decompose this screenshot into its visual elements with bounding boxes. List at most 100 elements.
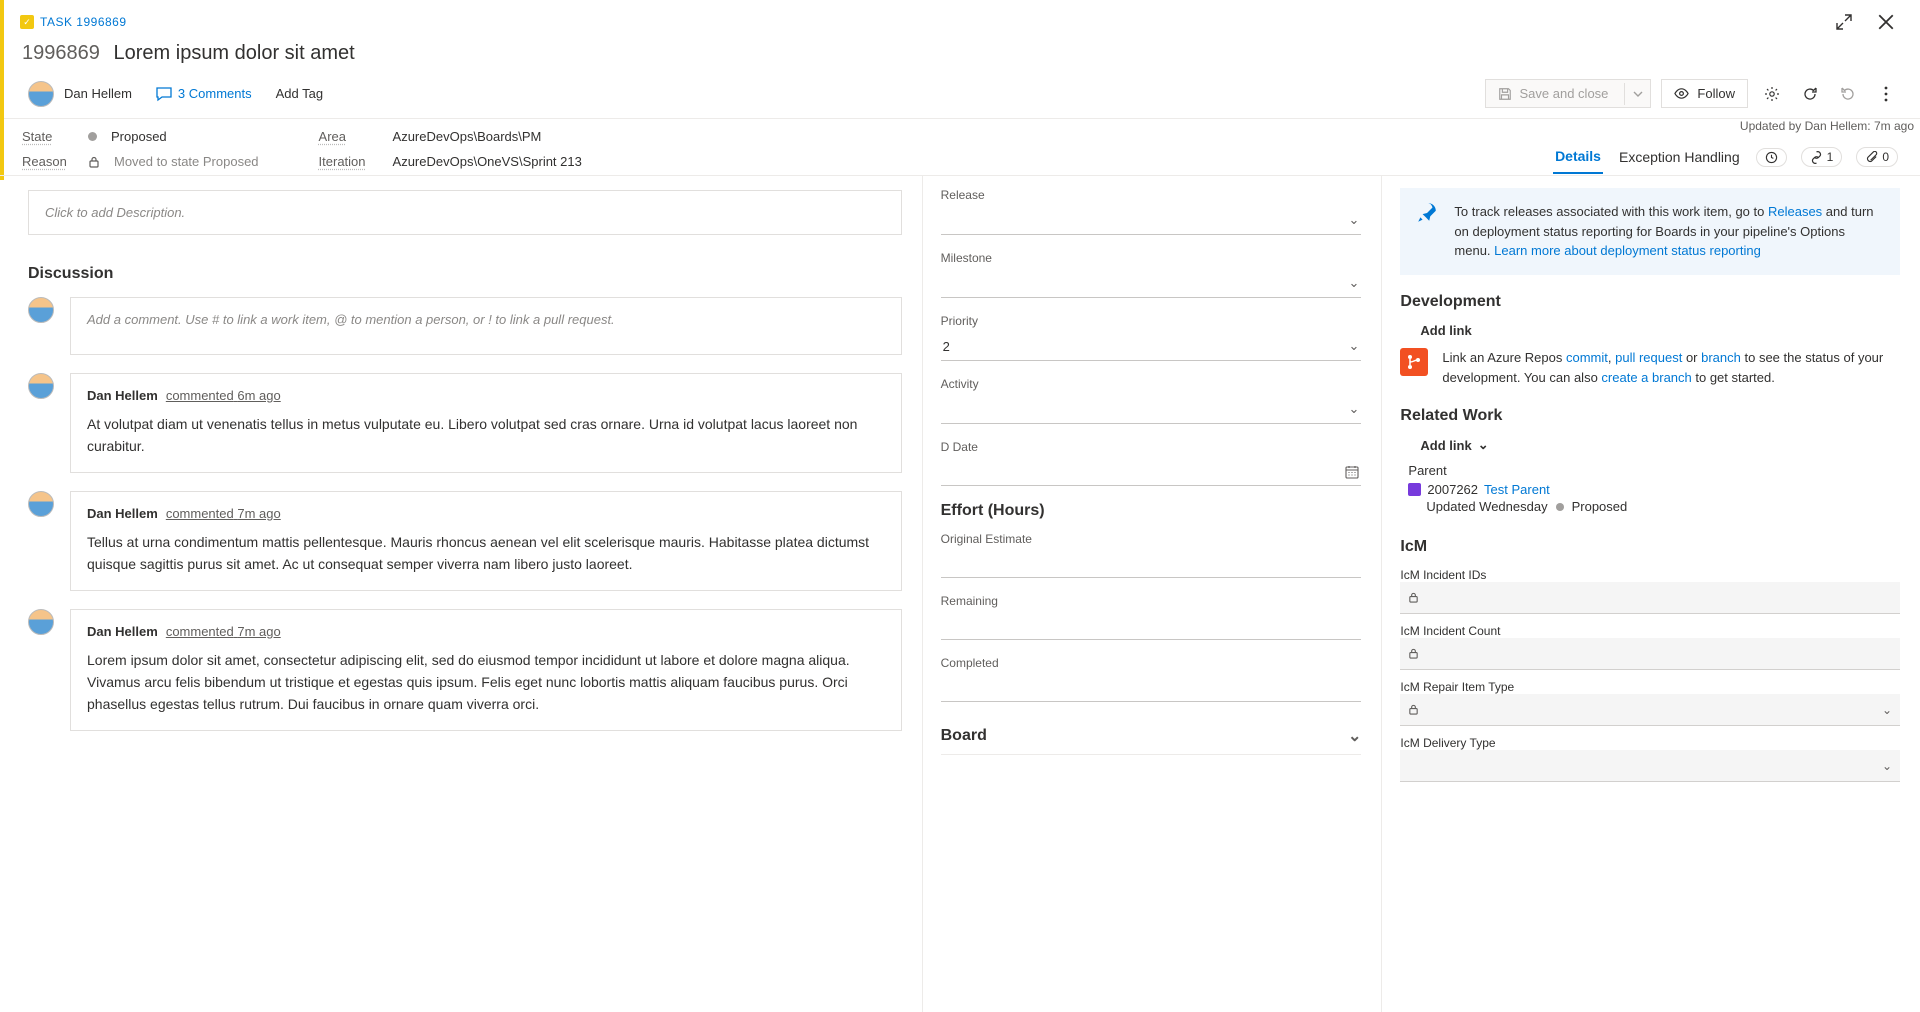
comment-author: Dan Hellem (87, 624, 158, 639)
assignee-name: Dan Hellem (64, 86, 132, 101)
ddate-label: D Date (941, 440, 1362, 454)
chevron-down-icon: ⌄ (1348, 726, 1361, 746)
reason-value: Moved to state Proposed (114, 154, 259, 169)
history-button[interactable] (1756, 148, 1787, 167)
avatar (28, 81, 54, 107)
attachments-button[interactable]: 0 (1856, 147, 1898, 167)
comment-author: Dan Hellem (87, 388, 158, 403)
effort-heading: Effort (Hours) (941, 502, 1362, 520)
parent-state: Proposed (1572, 499, 1628, 514)
comment-item: Dan Hellem commented 7m ago Lorem ipsum … (28, 609, 902, 731)
lock-icon (88, 156, 100, 168)
comment-item: Dan Hellem commented 6m ago At volutpat … (28, 373, 902, 473)
discussion-heading: Discussion (28, 265, 902, 283)
comment-timestamp[interactable]: commented 7m ago (166, 506, 281, 521)
tab-exception-handling[interactable]: Exception Handling (1617, 141, 1742, 173)
avatar (28, 609, 54, 635)
work-item-id: 1996869 (22, 42, 100, 64)
add-tag-button[interactable]: Add Tag (276, 86, 323, 101)
state-dot-icon (88, 132, 97, 141)
comment-input[interactable]: Add a comment. Use # to link a work item… (70, 297, 902, 355)
links-button[interactable]: 1 (1801, 147, 1843, 167)
parent-title-link[interactable]: Test Parent (1484, 482, 1550, 497)
task-type-icon: ✓ (20, 15, 34, 29)
reason-label: Reason (22, 154, 74, 169)
board-section-toggle[interactable]: Board ⌄ (941, 718, 1362, 755)
branch-link[interactable]: branch (1701, 350, 1741, 365)
icm-repair-type-label: IcM Repair Item Type (1400, 680, 1900, 694)
area-label: Area (319, 129, 379, 144)
lock-icon (1408, 704, 1419, 715)
activity-label: Activity (941, 377, 1362, 391)
iteration-value[interactable]: AzureDevOps\OneVS\Sprint 213 (393, 154, 582, 169)
undo-icon[interactable] (1834, 80, 1862, 108)
state-value[interactable]: Proposed (111, 129, 167, 144)
save-and-close-button[interactable]: Save and close (1485, 79, 1652, 108)
milestone-dropdown[interactable]: ⌄ (941, 269, 1362, 298)
parent-label: Parent (1408, 463, 1900, 478)
icm-incident-count-label: IcM Incident Count (1400, 624, 1900, 638)
tab-details[interactable]: Details (1553, 140, 1603, 174)
priority-dropdown[interactable]: 2⌄ (941, 332, 1362, 361)
chevron-down-icon: ⌄ (1478, 437, 1489, 453)
state-dot-icon (1556, 503, 1564, 511)
lock-icon (1408, 648, 1419, 659)
comment-author: Dan Hellem (87, 506, 158, 521)
learn-more-link[interactable]: Learn more about deployment status repor… (1494, 243, 1761, 258)
state-label: State (22, 129, 74, 144)
icm-repair-type-field[interactable]: ⌄ (1400, 694, 1900, 726)
avatar (28, 297, 54, 323)
comment-timestamp[interactable]: commented 7m ago (166, 624, 281, 639)
add-dev-link-button[interactable]: Add link (1420, 323, 1900, 338)
remaining-input[interactable] (941, 612, 1362, 640)
more-actions-icon[interactable] (1872, 80, 1900, 108)
comment-body: Lorem ipsum dolor sit amet, consectetur … (87, 649, 885, 716)
ddate-input[interactable] (941, 458, 1362, 486)
avatar (28, 373, 54, 399)
branch-icon (1400, 348, 1428, 376)
refresh-icon[interactable] (1796, 80, 1824, 108)
create-branch-link[interactable]: create a branch (1601, 370, 1691, 385)
release-label: Release (941, 188, 1362, 202)
lock-icon (1408, 592, 1419, 603)
calendar-icon[interactable] (1345, 465, 1359, 479)
icm-incident-ids-field (1400, 582, 1900, 614)
chevron-down-icon: ⌄ (1882, 703, 1892, 717)
avatar (28, 491, 54, 517)
add-related-link-button[interactable]: Add link ⌄ (1420, 437, 1900, 453)
epic-icon (1408, 483, 1421, 496)
task-breadcrumb[interactable]: TASK 1996869 (40, 15, 127, 29)
release-dropdown[interactable]: ⌄ (941, 206, 1362, 235)
comment-body: At volutpat diam ut venenatis tellus in … (87, 413, 885, 458)
pull-request-link[interactable]: pull request (1615, 350, 1682, 365)
close-icon[interactable] (1872, 8, 1900, 36)
area-value[interactable]: AzureDevOps\Boards\PM (393, 129, 542, 144)
icm-heading: IcM (1400, 538, 1900, 556)
work-item-title[interactable]: Lorem ipsum dolor sit amet (114, 42, 355, 64)
releases-link[interactable]: Releases (1768, 204, 1822, 219)
description-field[interactable]: Click to add Description. (28, 190, 902, 235)
expand-icon[interactable] (1830, 8, 1858, 36)
deployment-info-card: To track releases associated with this w… (1400, 188, 1900, 275)
chevron-down-icon: ⌄ (1882, 759, 1892, 773)
milestone-label: Milestone (941, 251, 1362, 265)
completed-input[interactable] (941, 674, 1362, 702)
chevron-down-icon: ⌄ (1349, 212, 1360, 228)
original-estimate-input[interactable] (941, 550, 1362, 578)
activity-dropdown[interactable]: ⌄ (941, 395, 1362, 424)
chevron-down-icon: ⌄ (1349, 275, 1360, 291)
comment-item: Dan Hellem commented 7m ago Tellus at ur… (28, 491, 902, 591)
parent-work-item[interactable]: 2007262 Test Parent (1408, 482, 1900, 497)
chevron-down-icon: ⌄ (1349, 338, 1360, 354)
completed-label: Completed (941, 656, 1362, 670)
commit-link[interactable]: commit (1566, 350, 1608, 365)
assignee-picker[interactable]: Dan Hellem (28, 81, 132, 107)
rocket-icon (1416, 202, 1440, 261)
comment-timestamp[interactable]: commented 6m ago (166, 388, 281, 403)
save-dropdown-icon[interactable] (1624, 83, 1650, 105)
comments-link[interactable]: 3 Comments (156, 86, 252, 102)
icm-delivery-type-field[interactable]: ⌄ (1400, 750, 1900, 782)
follow-button[interactable]: Follow (1661, 79, 1748, 108)
related-work-heading: Related Work (1400, 407, 1900, 425)
settings-icon[interactable] (1758, 80, 1786, 108)
